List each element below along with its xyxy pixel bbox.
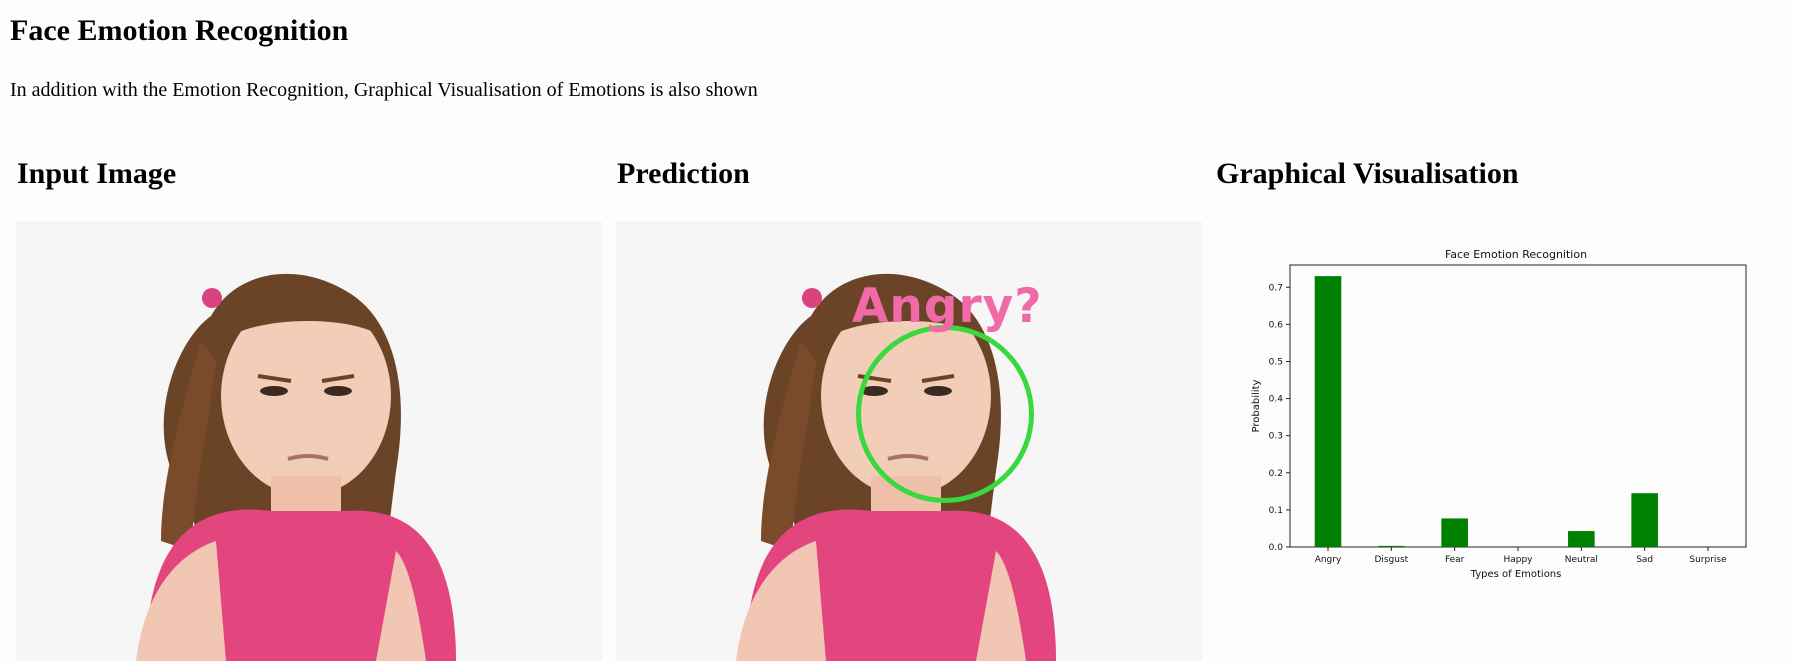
bar-fear — [1441, 518, 1468, 547]
input-image — [16, 221, 602, 661]
y-tick-label: 0.4 — [1269, 395, 1284, 405]
x-tick-label: Disgust — [1374, 555, 1408, 565]
chart-plot-area — [1289, 264, 1747, 548]
y-tick-label: 0.6 — [1269, 320, 1284, 330]
face-detection-circle — [856, 325, 1034, 503]
input-image-heading: Input Image — [17, 157, 177, 190]
y-tick-label: 0.7 — [1269, 283, 1283, 293]
bar-sad — [1631, 493, 1658, 547]
emotion-bar-chart: Face Emotion Recognition Types of Emotio… — [1247, 245, 1767, 585]
x-tick-label: Fear — [1445, 555, 1465, 565]
y-tick-label: 0.5 — [1269, 357, 1283, 367]
page-subtitle: In addition with the Emotion Recognition… — [10, 79, 758, 101]
x-tick-label: Surprise — [1689, 555, 1727, 565]
y-tick-label: 0.1 — [1269, 506, 1283, 516]
prediction-image: Angry? — [616, 221, 1202, 661]
chart-y-label: Probability — [1251, 379, 1262, 432]
bar-angry — [1314, 276, 1342, 547]
emotion-chart-svg: Face Emotion Recognition Types of Emotio… — [1251, 248, 1747, 580]
y-tick-label: 0.3 — [1269, 432, 1283, 442]
y-tick-label: 0.0 — [1269, 543, 1284, 553]
x-tick-label: Angry — [1315, 555, 1342, 565]
bar-neutral — [1568, 531, 1595, 547]
girl-portrait-image — [16, 221, 602, 661]
prediction-heading: Prediction — [617, 157, 750, 190]
prediction-label: Angry? — [852, 279, 1043, 334]
bar-disgust — [1378, 545, 1405, 547]
visualisation-heading: Graphical Visualisation — [1216, 157, 1519, 190]
x-tick-label: Happy — [1503, 555, 1533, 565]
chart-title: Face Emotion Recognition — [1445, 248, 1587, 261]
y-tick-label: 0.2 — [1269, 469, 1283, 479]
x-tick-label: Sad — [1636, 555, 1653, 565]
x-tick-label: Neutral — [1565, 555, 1598, 565]
page-title: Face Emotion Recognition — [10, 14, 349, 47]
chart-x-label: Types of Emotions — [1470, 569, 1562, 580]
